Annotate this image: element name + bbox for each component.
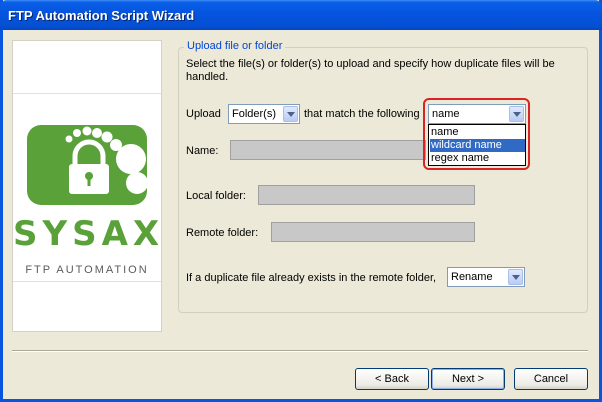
group-title: Upload file or folder <box>184 40 286 52</box>
remote-folder-input[interactable] <box>271 222 475 242</box>
title-bar[interactable]: FTP Automation Script Wizard <box>0 0 602 30</box>
local-folder-input[interactable] <box>258 185 475 205</box>
chevron-down-icon[interactable] <box>508 269 523 285</box>
divider <box>13 281 161 282</box>
brand-name: SYSAX <box>13 214 165 254</box>
name-label: Name: <box>186 145 219 157</box>
duplicate-action-select[interactable]: Rename <box>447 267 525 287</box>
duplicate-label: If a duplicate file already exists in th… <box>186 272 437 284</box>
upload-type-select[interactable]: Folder(s) <box>228 104 300 124</box>
duplicate-action-value: Rename <box>451 271 493 283</box>
divider <box>13 93 161 94</box>
back-button[interactable]: < Back <box>355 368 429 390</box>
sysax-lock-logo-icon <box>27 125 147 205</box>
match-label: that match the following <box>304 108 420 120</box>
chevron-down-icon[interactable] <box>283 106 298 122</box>
local-folder-label: Local folder: <box>186 190 246 202</box>
annotation-highlight <box>423 98 530 170</box>
upload-label: Upload <box>186 108 221 120</box>
window-title: FTP Automation Script Wizard <box>8 8 195 23</box>
divider <box>12 350 588 352</box>
upload-type-value: Folder(s) <box>232 108 277 120</box>
cancel-button[interactable]: Cancel <box>514 368 588 390</box>
remote-folder-label: Remote folder: <box>186 227 259 239</box>
group-description: Select the file(s) or folder(s) to uploa… <box>186 58 555 83</box>
brand-subtitle: FTP AUTOMATION <box>25 264 149 276</box>
next-button[interactable]: Next > <box>431 368 505 390</box>
logo-panel: SYSAX FTP AUTOMATION <box>12 40 162 332</box>
name-input[interactable] <box>230 140 426 160</box>
